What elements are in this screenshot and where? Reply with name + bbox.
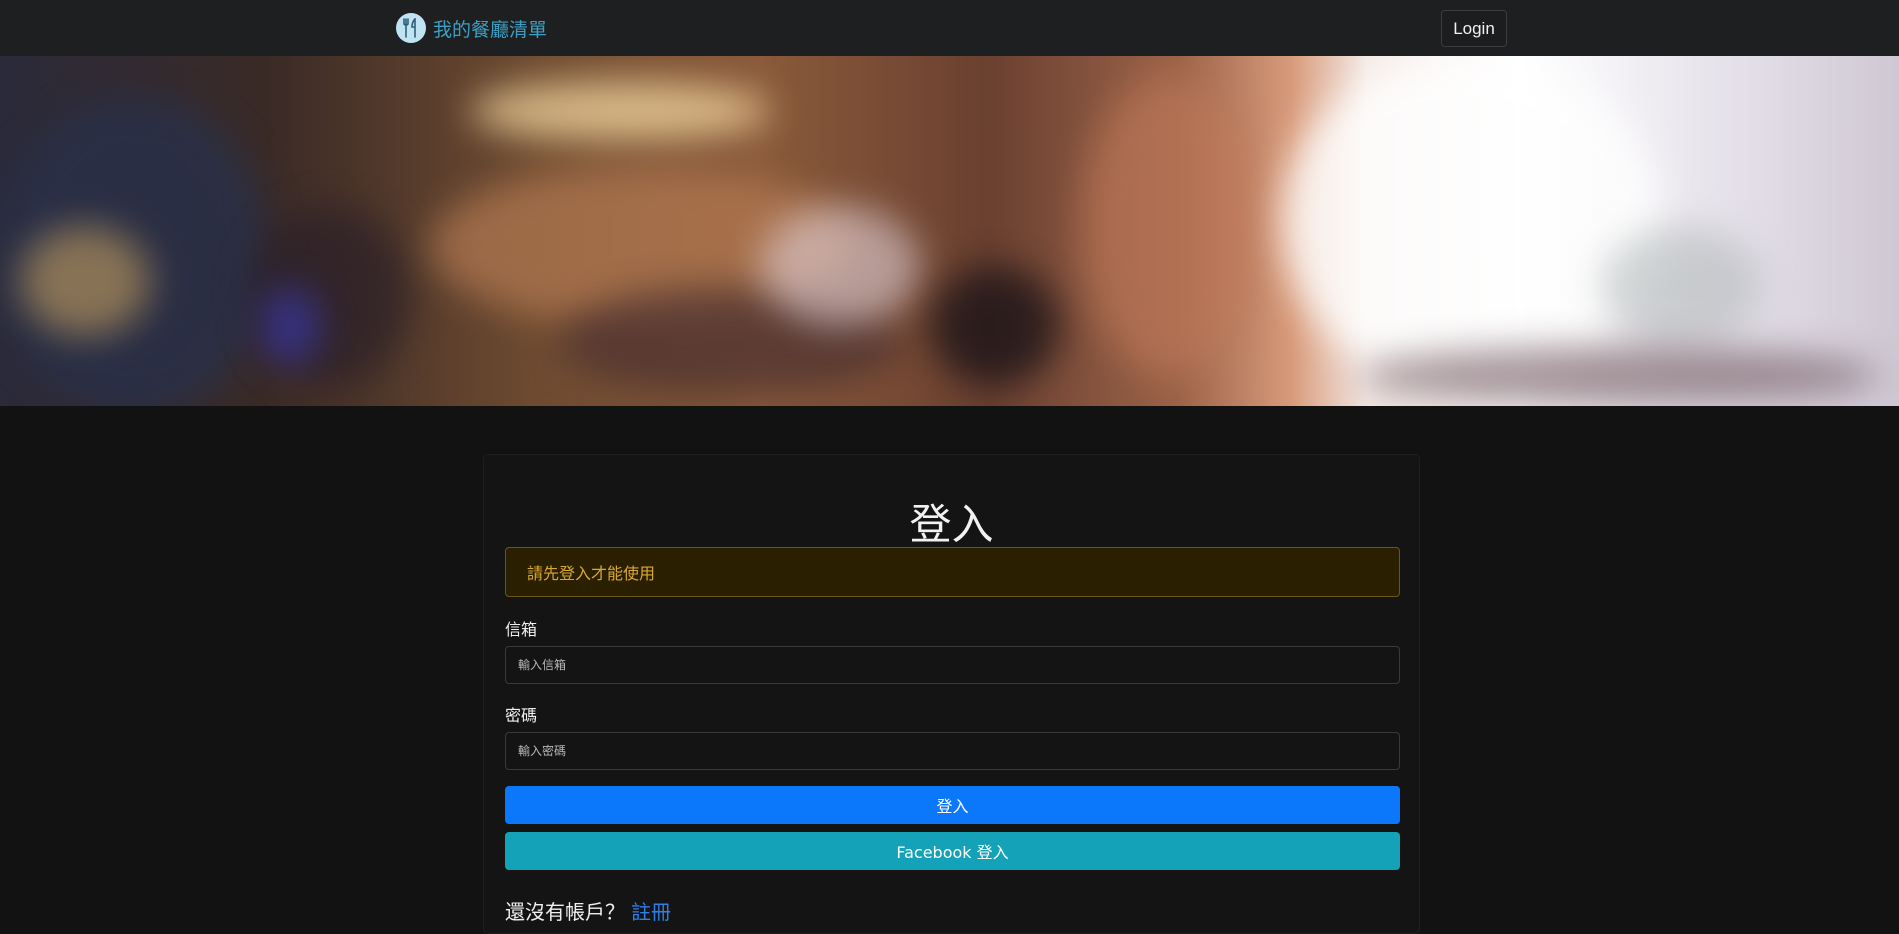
warning-alert: 請先登入才能使用: [505, 547, 1400, 597]
login-button[interactable]: Login: [1441, 10, 1507, 47]
email-field[interactable]: [505, 646, 1400, 684]
password-field[interactable]: [505, 732, 1400, 770]
login-submit-button[interactable]: 登入: [505, 786, 1400, 824]
signup-link[interactable]: 註冊: [631, 900, 671, 924]
brand-link[interactable]: 我的餐廳清單: [396, 13, 547, 43]
signup-prompt-text: 還沒有帳戶？: [505, 900, 625, 924]
login-card: 登入 請先登入才能使用 信箱 密碼 登入 Facebook 登入 還沒有帳戶？註…: [483, 454, 1420, 934]
facebook-login-button[interactable]: Facebook 登入: [505, 832, 1400, 870]
email-label: 信箱: [505, 620, 538, 639]
signup-prompt: 還沒有帳戶？ 註冊: [505, 896, 671, 925]
page-title: 登入: [909, 500, 994, 549]
utensils-icon: [396, 13, 426, 43]
hero-banner-image: [0, 56, 1899, 406]
brand-title: 我的餐廳清單: [433, 18, 548, 41]
password-label: 密碼: [505, 706, 538, 725]
navbar: 我的餐廳清單 Login: [0, 0, 1899, 56]
